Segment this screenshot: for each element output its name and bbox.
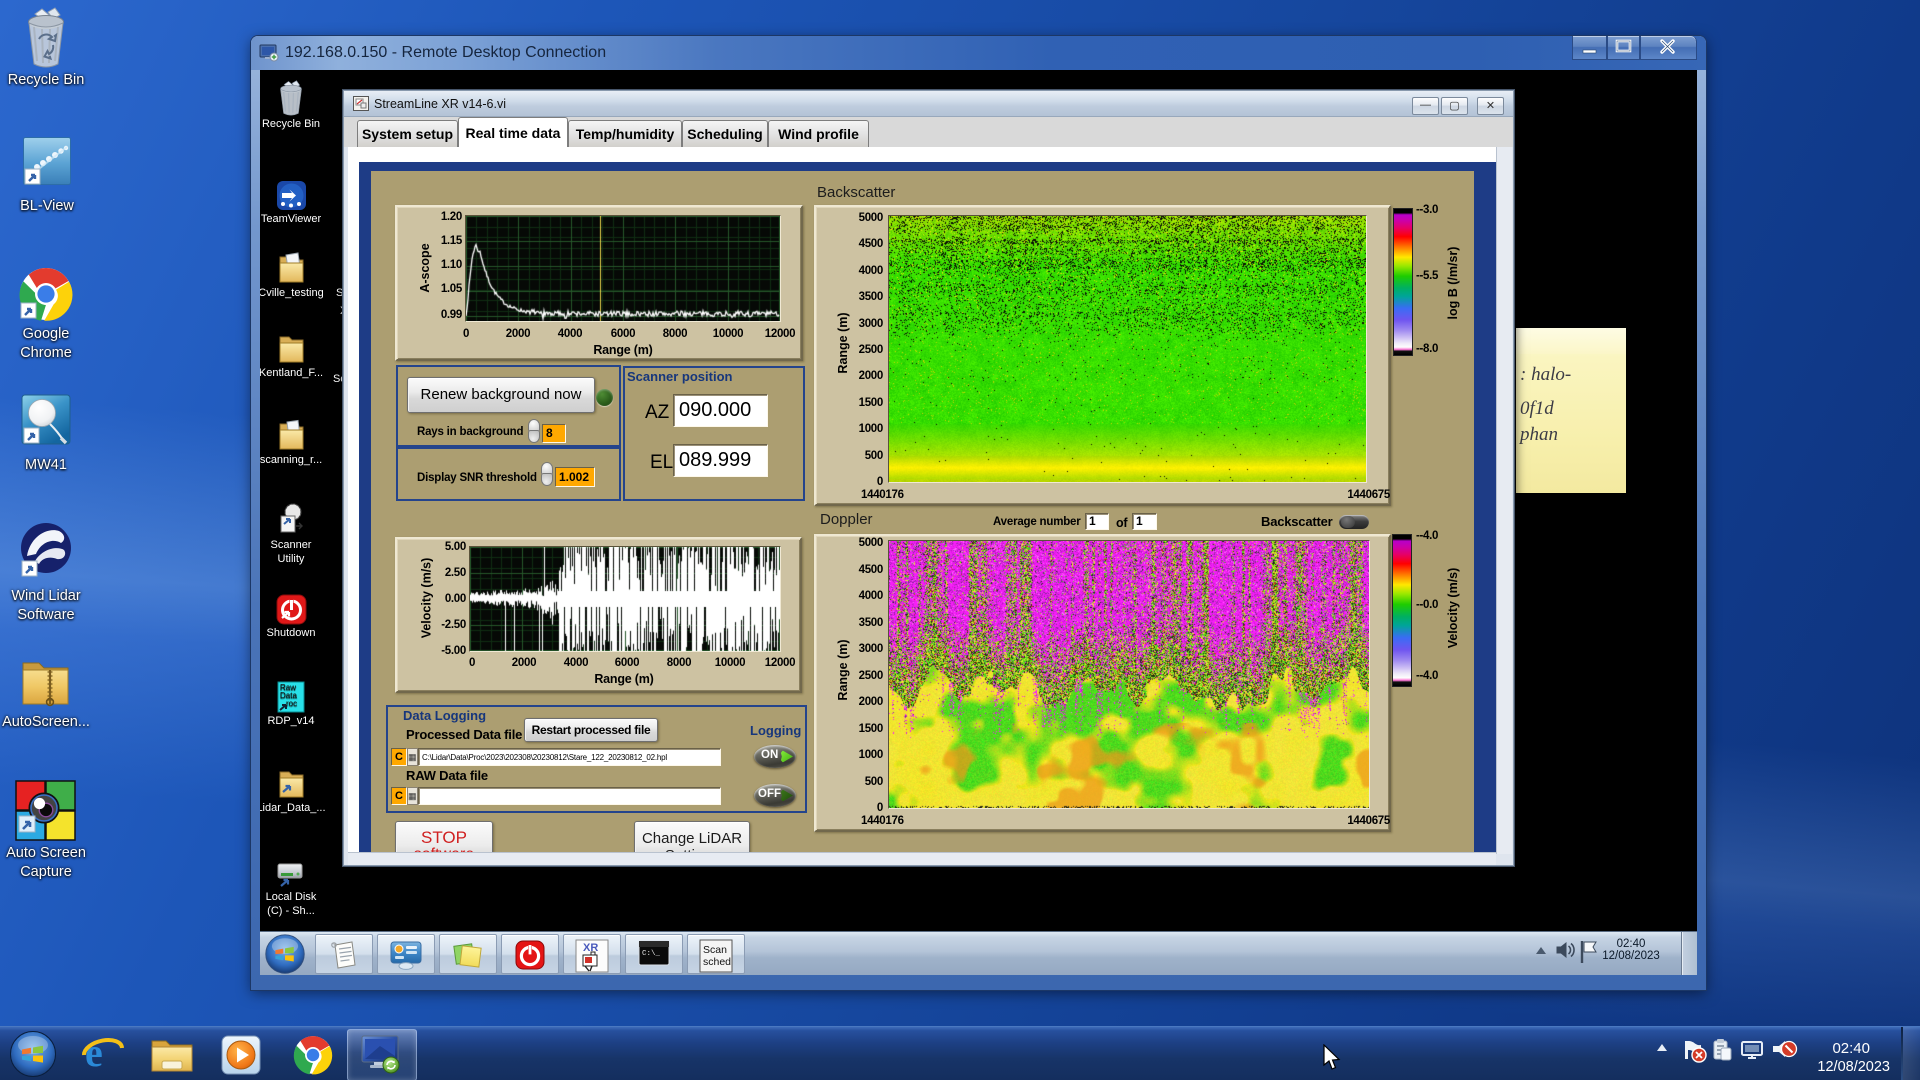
svg-text:C:\_: C:\_ xyxy=(642,950,661,958)
svg-text:roc: roc xyxy=(286,699,297,708)
svg-text:02:40: 02:40 xyxy=(1832,1040,1870,1057)
svg-text:sched: sched xyxy=(703,956,731,968)
svg-text:12/08/2023: 12/08/2023 xyxy=(1817,1059,1890,1075)
svg-text:Scan: Scan xyxy=(703,944,727,956)
